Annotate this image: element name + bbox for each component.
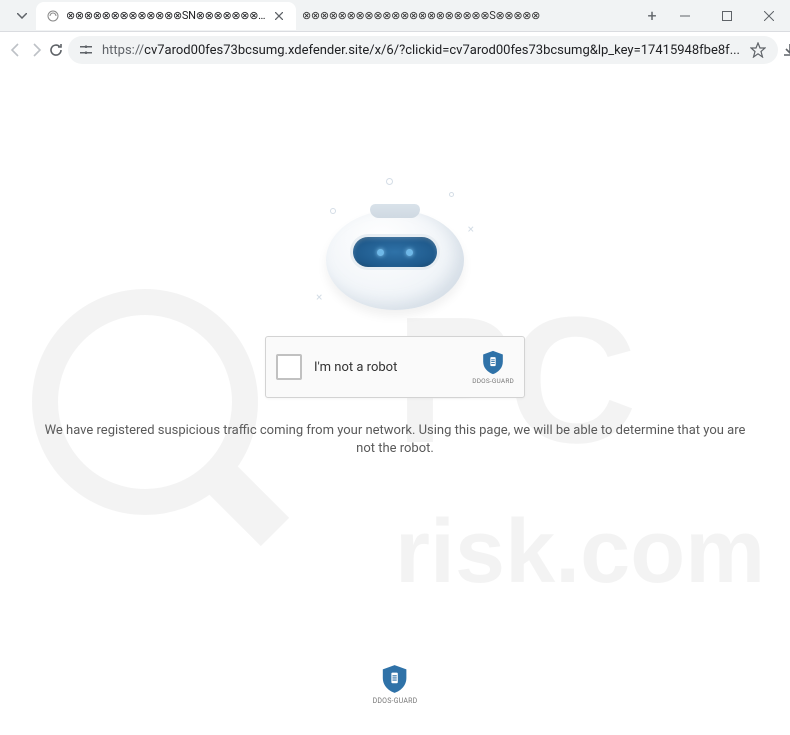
window-controls: [664, 0, 790, 31]
minimize-button[interactable]: [664, 4, 706, 28]
robot-head-icon: [326, 210, 464, 310]
new-tab-button[interactable]: +: [640, 4, 664, 28]
back-button[interactable]: [8, 36, 24, 64]
site-settings-icon[interactable]: [78, 42, 94, 58]
url-text: https://cv7arod00fes73bcsumg.xdefender.s…: [102, 43, 740, 58]
footer-brand: DDOS-GUARD: [373, 697, 418, 705]
address-bar: https://cv7arod00fes73bcsumg.xdefender.s…: [0, 32, 790, 68]
downloads-icon[interactable]: [782, 36, 790, 64]
browser-titlebar: ⊗⊗⊗⊗⊗⊗⊗⊗⊗⊗⊗⊗⊗SN⊗⊗⊗⊗⊗⊗⊗⊗⊗⊗⊗⊗⊗ ⊗⊗⊗⊗⊗⊗⊗⊗⊗⊗⊗…: [0, 0, 790, 32]
page-content: PC risk.com × × I'm not a robot: [0, 68, 790, 735]
tab-strip: ⊗⊗⊗⊗⊗⊗⊗⊗⊗⊗⊗⊗⊗SN⊗⊗⊗⊗⊗⊗⊗⊗⊗⊗⊗⊗⊗ ⊗⊗⊗⊗⊗⊗⊗⊗⊗⊗⊗…: [0, 0, 664, 31]
suspicious-traffic-message: We have registered suspicious traffic co…: [0, 422, 790, 458]
maximize-button[interactable]: [706, 4, 748, 28]
url-input[interactable]: https://cv7arod00fes73bcsumg.xdefender.s…: [68, 36, 778, 64]
main-content: × × I'm not a robot DDOS-GUARD: [0, 68, 790, 458]
captcha-widget: I'm not a robot DDOS-GUARD: [265, 336, 525, 398]
robot-illustration: × ×: [310, 178, 480, 318]
forward-button[interactable]: [28, 36, 44, 64]
captcha-label: I'm not a robot: [314, 360, 460, 375]
tab-search-dropdown[interactable]: [12, 6, 32, 26]
active-tab[interactable]: ⊗⊗⊗⊗⊗⊗⊗⊗⊗⊗⊗⊗⊗SN⊗⊗⊗⊗⊗⊗⊗⊗⊗⊗⊗⊗⊗: [36, 2, 296, 30]
captcha-badge: DDOS-GUARD: [472, 350, 514, 385]
close-window-button[interactable]: [748, 4, 790, 28]
tab-overflow-text: ⊗⊗⊗⊗⊗⊗⊗⊗⊗⊗⊗⊗⊗⊗⊗⊗⊗⊗⊗⊗⊗S⊗⊗⊗⊗⊗: [296, 2, 636, 30]
reload-button[interactable]: [48, 36, 64, 64]
tab-favicon-icon: [46, 9, 60, 23]
footer-badge: DDOS-GUARD: [373, 664, 418, 705]
shield-icon: [382, 664, 408, 694]
shield-icon: [482, 350, 504, 375]
svg-text:risk.com: risk.com: [395, 502, 765, 602]
tab-close-icon[interactable]: [272, 9, 286, 23]
captcha-brand: DDOS-GUARD: [472, 377, 514, 385]
bookmark-star-icon[interactable]: [748, 40, 768, 60]
tab-title: ⊗⊗⊗⊗⊗⊗⊗⊗⊗⊗⊗⊗⊗SN⊗⊗⊗⊗⊗⊗⊗⊗⊗⊗⊗⊗⊗: [66, 9, 266, 22]
captcha-checkbox[interactable]: [276, 354, 302, 380]
